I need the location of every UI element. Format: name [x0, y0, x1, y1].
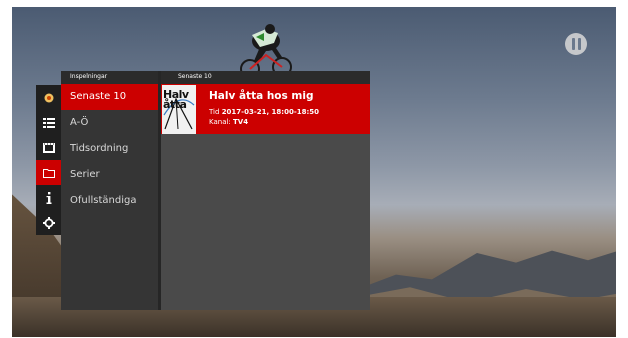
- header-title-latest: Senaste 10: [178, 73, 212, 80]
- program-thumbnail: Halv åtta: [162, 85, 196, 134]
- icon-rail: [36, 85, 61, 235]
- recordings-list: Halv åtta Halv åtta hos mig Tid 2017-03-2…: [161, 84, 370, 310]
- rail-item-grid[interactable]: [36, 110, 61, 135]
- panel-header: Inspelningar Senaste 10: [61, 71, 370, 84]
- menu-item-latest-10[interactable]: Senaste 10: [61, 84, 158, 110]
- channel-label: Kanal:: [209, 118, 231, 126]
- menu-item-chronological[interactable]: Tidsordning: [61, 136, 158, 162]
- recording-title: Halv åtta hos mig: [209, 90, 314, 102]
- film-icon: [42, 142, 55, 153]
- list-item[interactable]: Halv åtta Halv åtta hos mig Tid 2017-03-2…: [161, 84, 370, 134]
- rail-item-recordings[interactable]: [36, 160, 61, 185]
- time-value: 2017-03-21, 18:00-18:50: [221, 108, 320, 116]
- time-label: Tid: [209, 108, 220, 116]
- channel-value: TV4: [233, 118, 249, 126]
- menu-item-incomplete[interactable]: Ofullständiga: [61, 188, 158, 214]
- header-title-recordings: Inspelningar: [70, 73, 108, 80]
- rail-item-info[interactable]: [36, 185, 61, 210]
- menu-item-series[interactable]: Serier: [61, 162, 158, 188]
- recordings-menu: Senaste 10 A-Ö Tidsordning Serier Ofulls…: [61, 84, 158, 310]
- rail-item-settings[interactable]: [36, 210, 61, 235]
- gear-star-icon: [44, 93, 53, 102]
- recording-channel: Kanal: TV4: [209, 118, 248, 126]
- folder-icon: [42, 168, 55, 178]
- rail-item-home[interactable]: [36, 85, 61, 110]
- menu-item-a-z[interactable]: A-Ö: [61, 110, 158, 136]
- recording-time: Tid 2017-03-21, 18:00-18:50: [209, 108, 319, 116]
- info-icon: [46, 191, 51, 204]
- thumbnail-title: Halv åtta: [163, 88, 189, 111]
- settings-icon: [42, 216, 55, 229]
- grid-icon: [42, 117, 55, 128]
- channel-logo-icon: [565, 33, 587, 55]
- rail-item-film[interactable]: [36, 135, 61, 160]
